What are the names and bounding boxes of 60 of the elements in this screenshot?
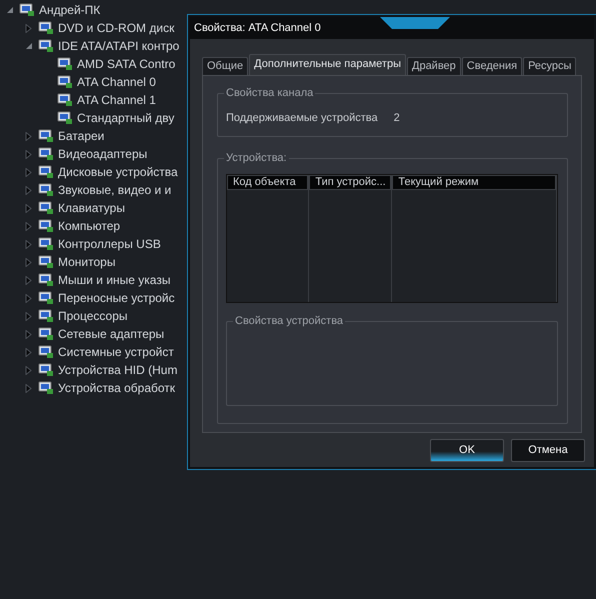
device-icon xyxy=(57,57,73,71)
device-icon xyxy=(38,201,54,215)
device-icon xyxy=(19,3,35,17)
device-icon xyxy=(38,147,54,161)
device-icon xyxy=(38,183,54,197)
device-icon xyxy=(38,129,54,143)
field-value: 2 xyxy=(394,111,400,126)
device-icon xyxy=(38,165,54,179)
cancel-button[interactable]: Отмена xyxy=(511,439,585,462)
device-icon xyxy=(38,327,54,341)
tree-item-label[interactable]: Процессоры xyxy=(58,307,128,325)
tree-item-label[interactable]: ATA Channel 1 xyxy=(77,91,156,109)
ok-button[interactable]: OK xyxy=(430,439,504,462)
device-icon xyxy=(38,345,54,359)
tree-item-label[interactable]: Батареи xyxy=(58,127,104,145)
device-icon xyxy=(38,21,54,35)
tree-item-label[interactable]: Системные устройст xyxy=(58,343,174,361)
tree-item-label[interactable]: Клавиатуры xyxy=(58,199,125,217)
device-icon xyxy=(38,291,54,305)
tree-item-label[interactable]: Переносные устройс xyxy=(58,289,175,307)
tree-item-label[interactable]: Сетевые адаптеры xyxy=(58,325,164,343)
device-icon xyxy=(38,219,54,233)
group-title: Свойства устройства xyxy=(233,314,346,328)
tree-item-label[interactable]: Стандартный дву xyxy=(77,109,174,127)
device-icon xyxy=(38,381,54,395)
tab[interactable]: Дополнительные параметры xyxy=(249,54,406,75)
tree-item-label[interactable]: IDE ATA/ATAPI контро xyxy=(58,37,180,55)
tree-item-label[interactable]: Дисковые устройства xyxy=(58,163,178,181)
tree-item-label[interactable]: ATA Channel 0 xyxy=(77,73,156,91)
device-icon xyxy=(57,75,73,89)
device-icon xyxy=(38,237,54,251)
device-icon xyxy=(38,363,54,377)
tab[interactable]: Общие xyxy=(202,57,248,75)
tree-item-label[interactable]: Мониторы xyxy=(58,253,116,271)
window-title: Свойства: ATA Channel 0 xyxy=(194,20,321,36)
group-title: Устройства: xyxy=(224,151,289,165)
device-icon xyxy=(38,309,54,323)
tab[interactable]: Драйвер xyxy=(407,57,461,75)
tab[interactable]: Сведения xyxy=(462,57,522,75)
device-icon xyxy=(38,255,54,269)
title-bar-notch xyxy=(380,17,450,29)
tree-item-label[interactable]: Звуковые, видео и и xyxy=(58,181,172,199)
tree-item-label[interactable]: Устройства HID (Hum xyxy=(58,361,178,379)
tree-item-label[interactable]: Видеоадаптеры xyxy=(58,145,148,163)
tree-item-label[interactable]: DVD и CD-ROM диск xyxy=(58,19,174,37)
device-icon xyxy=(57,93,73,107)
column-header[interactable]: Текущий режим xyxy=(392,175,556,190)
tree-item-label[interactable]: Мыши и иные указы xyxy=(58,271,170,289)
device-icon xyxy=(57,111,73,125)
tree-item-label[interactable]: Устройства обработк xyxy=(58,379,176,397)
column-header[interactable]: Тип устройс... xyxy=(309,175,392,190)
device-icon xyxy=(38,39,54,53)
column-header[interactable]: Код объекта xyxy=(227,175,308,190)
tab[interactable]: Ресурсы xyxy=(523,57,576,75)
tree-item-label[interactable]: Компьютер xyxy=(58,217,120,235)
field-label: Поддерживаемые устройства xyxy=(226,111,378,126)
tree-item-label[interactable]: Контроллеры USB xyxy=(58,235,161,253)
tree-item-label[interactable]: AMD SATA Contro xyxy=(77,55,176,73)
device-icon xyxy=(38,273,54,287)
tree-item-label[interactable]: Андрей-ПК xyxy=(39,1,100,19)
